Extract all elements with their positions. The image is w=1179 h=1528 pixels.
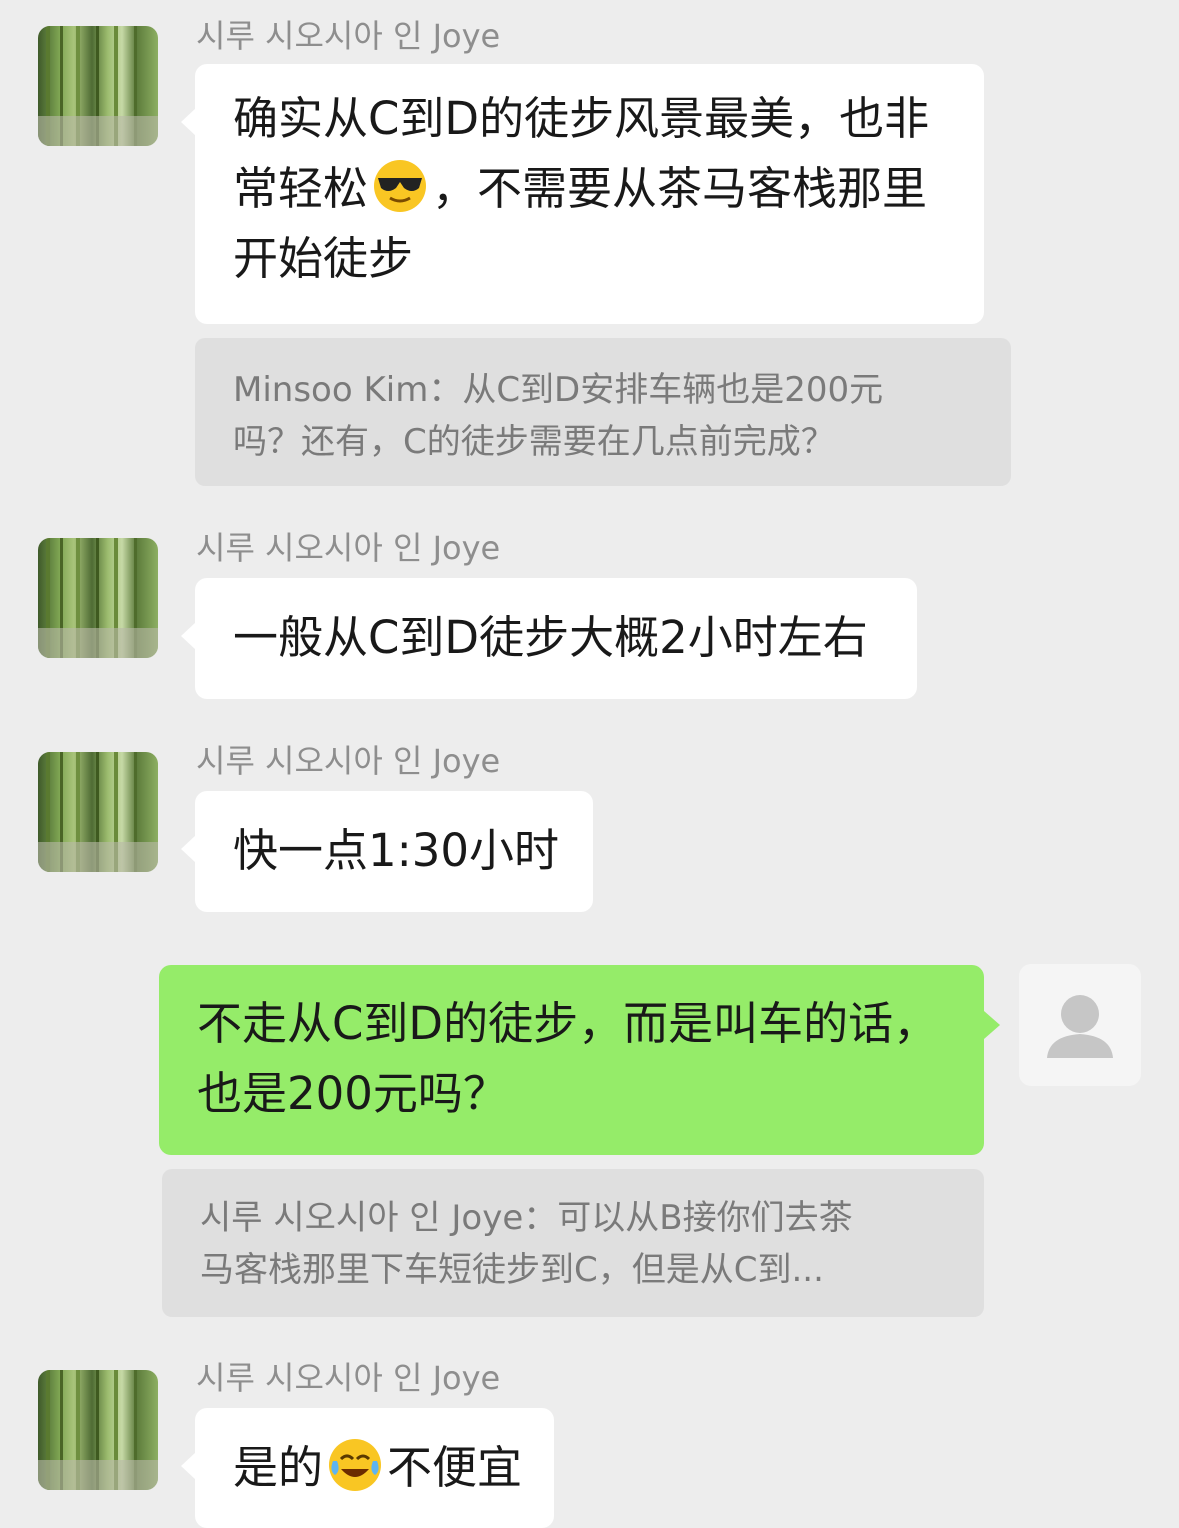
quote-line: 시루 시오시아 인 Joye：可以从B接你们去茶 bbox=[200, 1198, 853, 1238]
message-bubble[interactable]: 确实从C到D的徒步风景最美，也非 常轻松 ，不需要从茶马客栈那里 开始徒步 bbox=[181, 64, 984, 324]
quoted-message[interactable]: 시루 시오시아 인 Joye：可以从B接你们去茶 马客栈那里下车短徒步到C，但是… bbox=[162, 1169, 984, 1317]
quote-line: 吗？还有，C的徒步需要在几点前完成？ bbox=[233, 422, 835, 462]
message-text-fragment: ，不需要从茶马客栈那里 bbox=[432, 162, 928, 215]
message-text-line: 也是200元吗？ bbox=[197, 1067, 508, 1120]
sender-name: 시루 시오시아 인 Joye bbox=[196, 1359, 501, 1397]
contact-avatar[interactable] bbox=[38, 752, 158, 872]
contact-avatar[interactable] bbox=[38, 26, 158, 146]
message-text-line: 常轻松 ，不需要从茶马客栈那里 bbox=[233, 154, 950, 224]
default-user-icon bbox=[1047, 995, 1113, 1058]
sender-name: 시루 시오시아 인 Joye bbox=[196, 529, 501, 567]
message-text-line: 确实从C到D的徒步风景最美，也非 bbox=[233, 92, 930, 145]
bamboo-photo-icon bbox=[38, 26, 158, 146]
message-text-fragment: 不便宜 bbox=[387, 1441, 523, 1494]
quote-line: 马客栈那里下车短徒步到C，但是从C到... bbox=[200, 1250, 824, 1290]
crying-laughing-emoji-icon bbox=[329, 1439, 382, 1491]
sunglasses-emoji-icon bbox=[374, 160, 427, 212]
bamboo-photo-icon bbox=[38, 1370, 158, 1490]
sender-name: 시루 시오시아 인 Joye bbox=[196, 742, 501, 780]
message-text-line: 是的 不便宜 bbox=[233, 1433, 544, 1503]
quote-line: Minsoo Kim：从C到D安排车辆也是200元 bbox=[233, 370, 884, 410]
my-avatar[interactable] bbox=[1019, 964, 1141, 1086]
message-text-line: 不走从C到D的徒步，而是叫车的话， bbox=[197, 997, 939, 1050]
bamboo-photo-icon bbox=[38, 538, 158, 658]
message-text-fragment: 是的 bbox=[233, 1441, 324, 1494]
quoted-message[interactable]: Minsoo Kim：从C到D安排车辆也是200元 吗？还有，C的徒步需要在几点… bbox=[195, 338, 1011, 486]
message-bubble[interactable]: 一般从C到D徒步大概2小时左右 bbox=[181, 578, 917, 699]
contact-avatar[interactable] bbox=[38, 1370, 158, 1490]
message-bubble[interactable]: 是的 不便宜 bbox=[181, 1408, 554, 1528]
message-text-line: 快一点1:30小时 bbox=[233, 824, 560, 877]
message-text-fragment: 常轻松 bbox=[233, 162, 369, 215]
outgoing-message-bubble[interactable]: 不走从C到D的徒步，而是叫车的话， 也是200元吗？ bbox=[159, 965, 1000, 1155]
message-text-line: 开始徒步 bbox=[233, 232, 414, 285]
message-text-line: 一般从C到D徒步大概2小时左右 bbox=[233, 611, 868, 664]
bamboo-photo-icon bbox=[38, 752, 158, 872]
sender-name: 시루 시오시아 인 Joye bbox=[196, 17, 501, 55]
message-bubble[interactable]: 快一点1:30小时 bbox=[181, 791, 593, 912]
contact-avatar[interactable] bbox=[38, 538, 158, 658]
